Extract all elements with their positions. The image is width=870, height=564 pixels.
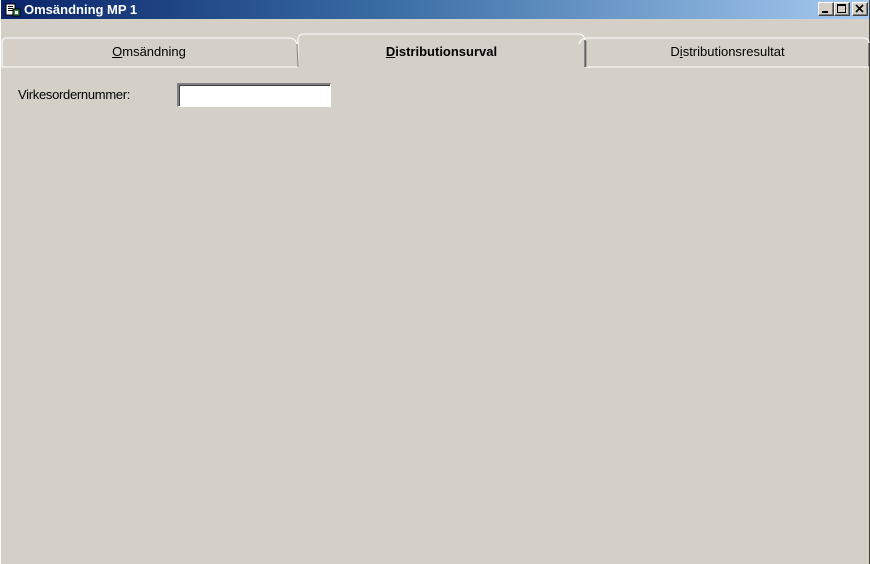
tab-distributionsurval[interactable]: Distributionsurval — [298, 43, 585, 61]
tab-label-suffix: stributionsresultat — [682, 44, 785, 59]
tab-label-suffix: istributionsurval — [395, 44, 498, 59]
tab-label-mnemonic: D — [385, 44, 396, 59]
tab-label-mnemonic: O — [112, 44, 123, 59]
tab-label-prefix: D — [670, 44, 680, 59]
tab-omsandning[interactable]: Omsändning — [1, 43, 297, 61]
app-window: Omsändning MP 1 Omsändning Distributions… — [0, 0, 870, 564]
virkesordernummer-label: Virkesordernummer: — [18, 87, 131, 102]
virkesordernummer-input[interactable] — [177, 83, 331, 107]
tab-label-suffix: msändning — [122, 44, 186, 59]
tab-strip — [1, 33, 870, 68]
tab-distributionsresultat[interactable]: Distributionsresultat — [586, 43, 869, 61]
